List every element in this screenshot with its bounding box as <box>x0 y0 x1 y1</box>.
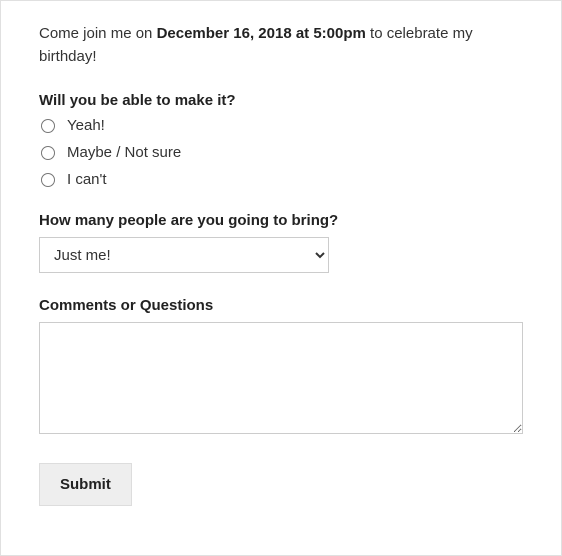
radio-option-maybe: Maybe / Not sure <box>39 144 523 161</box>
guests-label: How many people are you going to bring? <box>39 212 523 229</box>
attendance-label: Will you be able to make it? <box>39 92 523 109</box>
radio-label-yeah[interactable]: Yeah! <box>67 117 105 134</box>
attendance-field: Will you be able to make it? Yeah! Maybe… <box>39 92 523 188</box>
radio-yeah[interactable] <box>41 119 55 133</box>
comments-field: Comments or Questions <box>39 297 523 439</box>
radio-option-cant: I can't <box>39 171 523 188</box>
radio-maybe[interactable] <box>41 146 55 160</box>
guests-select[interactable]: Just me! <box>39 237 329 273</box>
radio-option-yeah: Yeah! <box>39 117 523 134</box>
radio-label-maybe[interactable]: Maybe / Not sure <box>67 144 181 161</box>
rsvp-form-container: Come join me on December 16, 2018 at 5:0… <box>0 0 562 556</box>
guests-field: How many people are you going to bring? … <box>39 212 523 273</box>
submit-button[interactable]: Submit <box>39 463 132 506</box>
radio-label-cant[interactable]: I can't <box>67 171 107 188</box>
radio-cant[interactable] <box>41 173 55 187</box>
intro-datetime: December 16, 2018 at 5:00pm <box>157 25 366 42</box>
comments-label: Comments or Questions <box>39 297 523 314</box>
comments-textarea[interactable] <box>39 322 523 434</box>
intro-prefix: Come join me on <box>39 25 157 42</box>
intro-text: Come join me on December 16, 2018 at 5:0… <box>39 23 523 68</box>
